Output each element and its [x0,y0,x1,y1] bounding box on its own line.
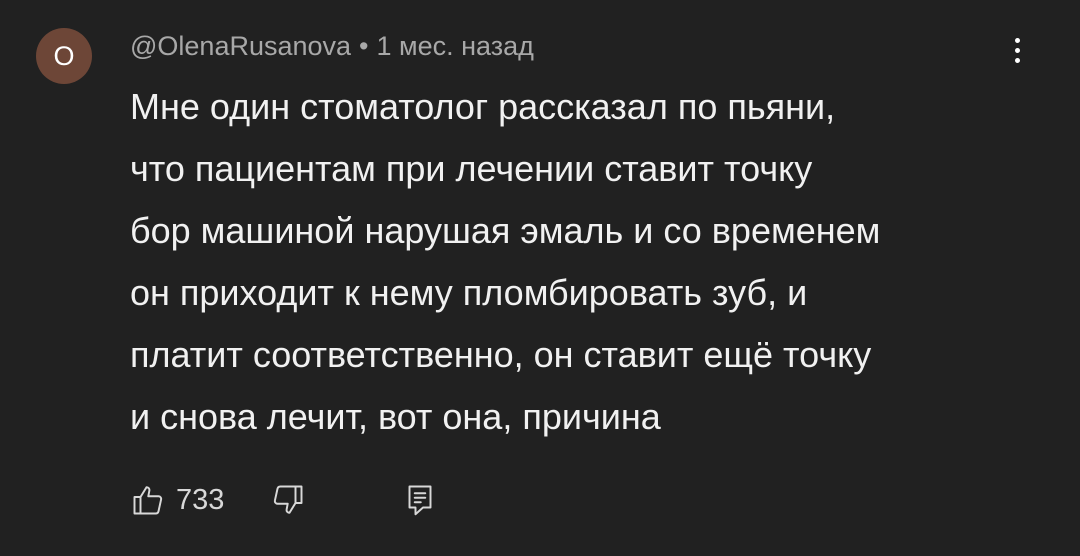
dislike-button[interactable] [270,476,320,524]
comment-text-line: и снова лечит, вот она, причина [130,396,661,437]
thumbs-down-icon [270,482,306,518]
comment-meta: @OlenaRusanova • 1 мес. назад [130,26,534,66]
comment-item: O @OlenaRusanova • 1 мес. назад Мне один с… [0,0,1080,556]
avatar[interactable]: O [36,28,92,84]
avatar-letter: O [53,41,75,71]
comment-text-line: бор машиной нарушая эмаль и со временем [130,210,881,251]
reply-button[interactable] [402,476,452,524]
author-handle[interactable]: @OlenaRusanova [130,31,351,61]
like-button[interactable]: 733 [130,476,250,524]
meta-separator: • [359,31,369,61]
comment-text-line: Мне один стоматолог рассказал по пьяни, [130,86,836,127]
reply-comment-icon [402,482,438,518]
more-options-icon[interactable] [998,30,1038,70]
comment-text-line: что пациентам при лечении ставит точку [130,148,813,189]
comment-time[interactable]: 1 мес. назад [377,31,534,61]
comment-text-line: он приходит к нему пломбировать зуб, и [130,272,808,313]
comment-text-line: платит соответственно, он ставит ещё точ… [130,334,872,375]
like-count: 733 [176,484,225,516]
comment-text: Мне один стоматолог рассказал по пьяни, … [130,76,1030,448]
thumbs-up-icon [130,482,166,518]
